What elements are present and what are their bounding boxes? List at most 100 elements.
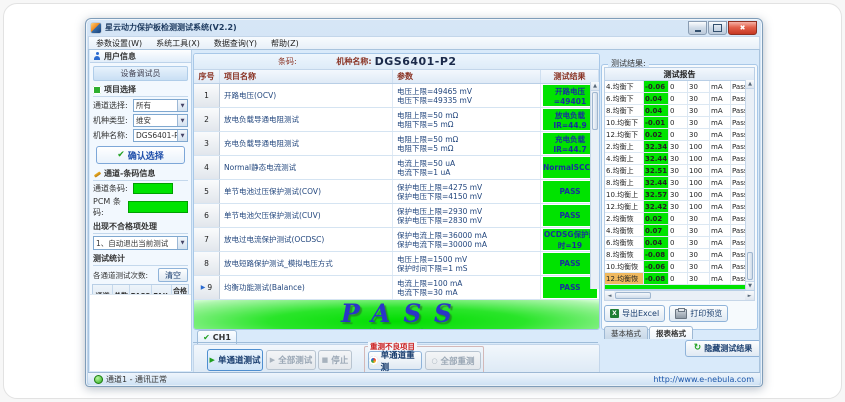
- hide-results-button[interactable]: ↻ 隐藏测试结果: [685, 340, 760, 357]
- scroll-up-icon[interactable]: ▲: [746, 80, 754, 89]
- tab-format-0[interactable]: 基本格式: [604, 326, 648, 339]
- field-select[interactable]: DGS6401-P2▼: [133, 129, 188, 142]
- status-url[interactable]: http://www.e-nebula.com: [653, 375, 754, 384]
- single-channel-retest-button[interactable]: 单通道重测: [368, 351, 422, 370]
- stop-button[interactable]: ■ 停止: [318, 350, 352, 370]
- report-row[interactable]: 2.均衡上32.3430100mAPass: [605, 141, 746, 153]
- report-min: 0: [669, 225, 688, 236]
- hscroll-track[interactable]: [614, 291, 745, 300]
- report-item-name: 2.均衡恢: [605, 213, 644, 224]
- report-row[interactable]: 12.均衡下0.02030mAPass: [605, 129, 746, 141]
- all-test-button[interactable]: ▶ 全部测试: [266, 350, 316, 370]
- test-row[interactable]: 2放电负载导通电阻测试电阻上限=50 mΩ电阻下限=5 mΩ放电负载IR=44.…: [194, 108, 599, 132]
- scroll-thumb[interactable]: [747, 252, 753, 280]
- report-row[interactable]: 2.均衡恢0.02030mAPass: [605, 213, 746, 225]
- model-name-value: DGS6401-P2: [375, 55, 457, 68]
- param-line: 电流下限=1 uA: [397, 168, 540, 177]
- scroll-thumb[interactable]: [615, 292, 651, 299]
- all-test-label: 全部测试: [278, 354, 312, 366]
- minimize-button[interactable]: [688, 21, 707, 35]
- report-row[interactable]: 4.均衡恢0.07030mAPass: [605, 225, 746, 237]
- param-line: 保护电流下限=30000 mA: [397, 240, 540, 249]
- report-unit: mA: [710, 93, 731, 104]
- test-row[interactable]: 6单节电池欠压保护测试(CUV)保护电压上限=2930 mV保护电压下限=283…: [194, 204, 599, 228]
- report-row[interactable]: 4.均衡下-0.06030mAPass: [605, 81, 746, 93]
- test-row-number: 6: [194, 204, 220, 227]
- report-row[interactable]: 6.均衡恢0.04030mAPass: [605, 237, 746, 249]
- pencil-icon: [93, 170, 101, 178]
- test-row-number: 7: [194, 228, 220, 251]
- report-table-body: 4.均衡下-0.06030mAPass6.均衡下0.04030mAPass8.均…: [605, 81, 746, 285]
- report-unit: mA: [710, 165, 731, 176]
- test-column-header: 序号: [194, 70, 220, 83]
- test-item-params: 保护电流上限=36000 mA保护电流下限=30000 mA: [393, 228, 541, 251]
- report-measured-value: 0.04: [644, 237, 669, 248]
- window-title: 星云动力保护板检测测试系统(V2.2): [105, 22, 237, 33]
- test-row-number-text: 2: [204, 115, 209, 124]
- scroll-left-icon[interactable]: ◄: [605, 291, 614, 300]
- report-table: 测试报告 4.均衡下-0.06030mAPass6.均衡下0.04030mAPa…: [604, 67, 755, 291]
- all-retest-button[interactable]: ○ 全部重测: [425, 351, 481, 370]
- report-row[interactable]: 10.均衡上32.5730100mAPass: [605, 189, 746, 201]
- export-excel-button[interactable]: X 导出Excel: [604, 305, 665, 322]
- report-row[interactable]: 12.均衡恢-0.08030mAPass: [605, 273, 746, 285]
- confirm-select-button[interactable]: ✔ 确认选择: [96, 146, 185, 164]
- report-min: 30: [669, 177, 688, 188]
- test-item-name: 均衡功能测试(Balance): [220, 276, 393, 299]
- project-fields: 通道选择:所有▼机种类型:维安▼机种名称:DGS6401-P2▼: [90, 99, 191, 142]
- report-result: Pass: [731, 93, 746, 104]
- test-row[interactable]: 3充电负载导通电阻测试电阻上限=50 mΩ电阻下限=5 mΩ充电负载IR=44.…: [194, 132, 599, 156]
- report-min: 0: [669, 213, 688, 224]
- test-row[interactable]: 8放电短路保护测试_模拟电压方式电压上限=1500 mV保护时间下限=1 mSP…: [194, 252, 599, 276]
- report-row[interactable]: 10.均衡恢-0.06030mAPass: [605, 261, 746, 273]
- test-row-number-text: 5: [204, 187, 209, 196]
- report-min: 30: [669, 201, 688, 212]
- report-hscrollbar[interactable]: ◄ ►: [604, 291, 755, 301]
- scroll-right-icon[interactable]: ►: [745, 291, 754, 300]
- report-max: 30: [688, 81, 710, 92]
- close-button[interactable]: ✖: [728, 21, 757, 35]
- test-row-number-text: 7: [204, 235, 209, 244]
- report-row[interactable]: 12.均衡上32.4230100mAPass: [605, 201, 746, 213]
- test-item-name: 放电过电流保护测试(OCDSC): [220, 228, 393, 251]
- field-select[interactable]: 所有▼: [133, 99, 188, 112]
- scroll-thumb[interactable]: [592, 92, 598, 130]
- field-label: 通道选择:: [93, 100, 131, 111]
- report-row[interactable]: 8.均衡恢-0.08030mAPass: [605, 249, 746, 261]
- report-row[interactable]: 10.均衡下-0.01030mAPass: [605, 117, 746, 129]
- tab-format-1[interactable]: 报表格式: [649, 326, 693, 339]
- field-label: 机种类型:: [93, 115, 131, 126]
- single-channel-test-button[interactable]: ▶ 单通道测试: [207, 349, 263, 371]
- report-vscrollbar[interactable]: ▲ ▼: [745, 80, 754, 290]
- user-info-header[interactable]: 用户信息: [90, 50, 191, 63]
- maximize-button[interactable]: [708, 21, 727, 35]
- report-min: 0: [669, 93, 688, 104]
- report-row[interactable]: 6.均衡上32.5130100mAPass: [605, 165, 746, 177]
- channel-barcode-input[interactable]: [133, 183, 173, 194]
- test-row[interactable]: 5单节电池过压保护测试(COV)保护电压上限=4275 mV保护电压下限=415…: [194, 180, 599, 204]
- report-row[interactable]: 8.均衡下0.04030mAPass: [605, 105, 746, 117]
- report-measured-value: 0.04: [644, 105, 669, 116]
- test-row[interactable]: ▶9均衡功能测试(Balance)电流上限=100 mA电流下限=30 mAPA…: [194, 276, 599, 300]
- model-band: 条码: 机种名称: DGS6401-P2: [194, 54, 599, 70]
- report-row[interactable]: 4.均衡上32.4430100mAPass: [605, 153, 746, 165]
- report-table-title: 测试报告: [605, 68, 754, 81]
- scroll-up-icon[interactable]: ▲: [591, 82, 599, 91]
- report-row[interactable]: 8.均衡上32.4430100mAPass: [605, 177, 746, 189]
- print-preview-button[interactable]: 打印预览: [669, 305, 728, 322]
- scroll-down-icon[interactable]: ▼: [746, 281, 754, 290]
- screenshot-stage: 星云动力保护板检测测试系统(V2.2) ✖ 参数设置(W)系统工具(X)数据查询…: [0, 0, 845, 402]
- test-row[interactable]: 4Normal静态电流测试电流上限=50 uA电流下限=1 uANormalSC…: [194, 156, 599, 180]
- pcm-barcode-row: PCM 条码:: [93, 196, 188, 218]
- field-select[interactable]: 维安▼: [133, 114, 188, 127]
- test-table-scrollbar[interactable]: ▲: [590, 82, 599, 289]
- fail-handle-select[interactable]: 1、自动退出当前测试 ▼: [93, 236, 188, 250]
- param-line: 电阻上限=50 mΩ: [397, 135, 540, 144]
- test-row[interactable]: 7 放电过电流保护测试(OCDSC)保护电流上限=36000 mA保护电流下限=3…: [194, 228, 599, 252]
- clear-button[interactable]: 清空: [158, 268, 188, 282]
- test-item-name: Normal静态电流测试: [220, 156, 393, 179]
- report-row[interactable]: 6.均衡下0.04030mAPass: [605, 93, 746, 105]
- test-row[interactable]: 1开路电压(OCV)电压上限=49465 mV电压下限=49335 mV开路电压…: [194, 84, 599, 108]
- report-item-name: 10.均衡恢: [605, 261, 644, 272]
- pcm-barcode-input[interactable]: [128, 201, 188, 213]
